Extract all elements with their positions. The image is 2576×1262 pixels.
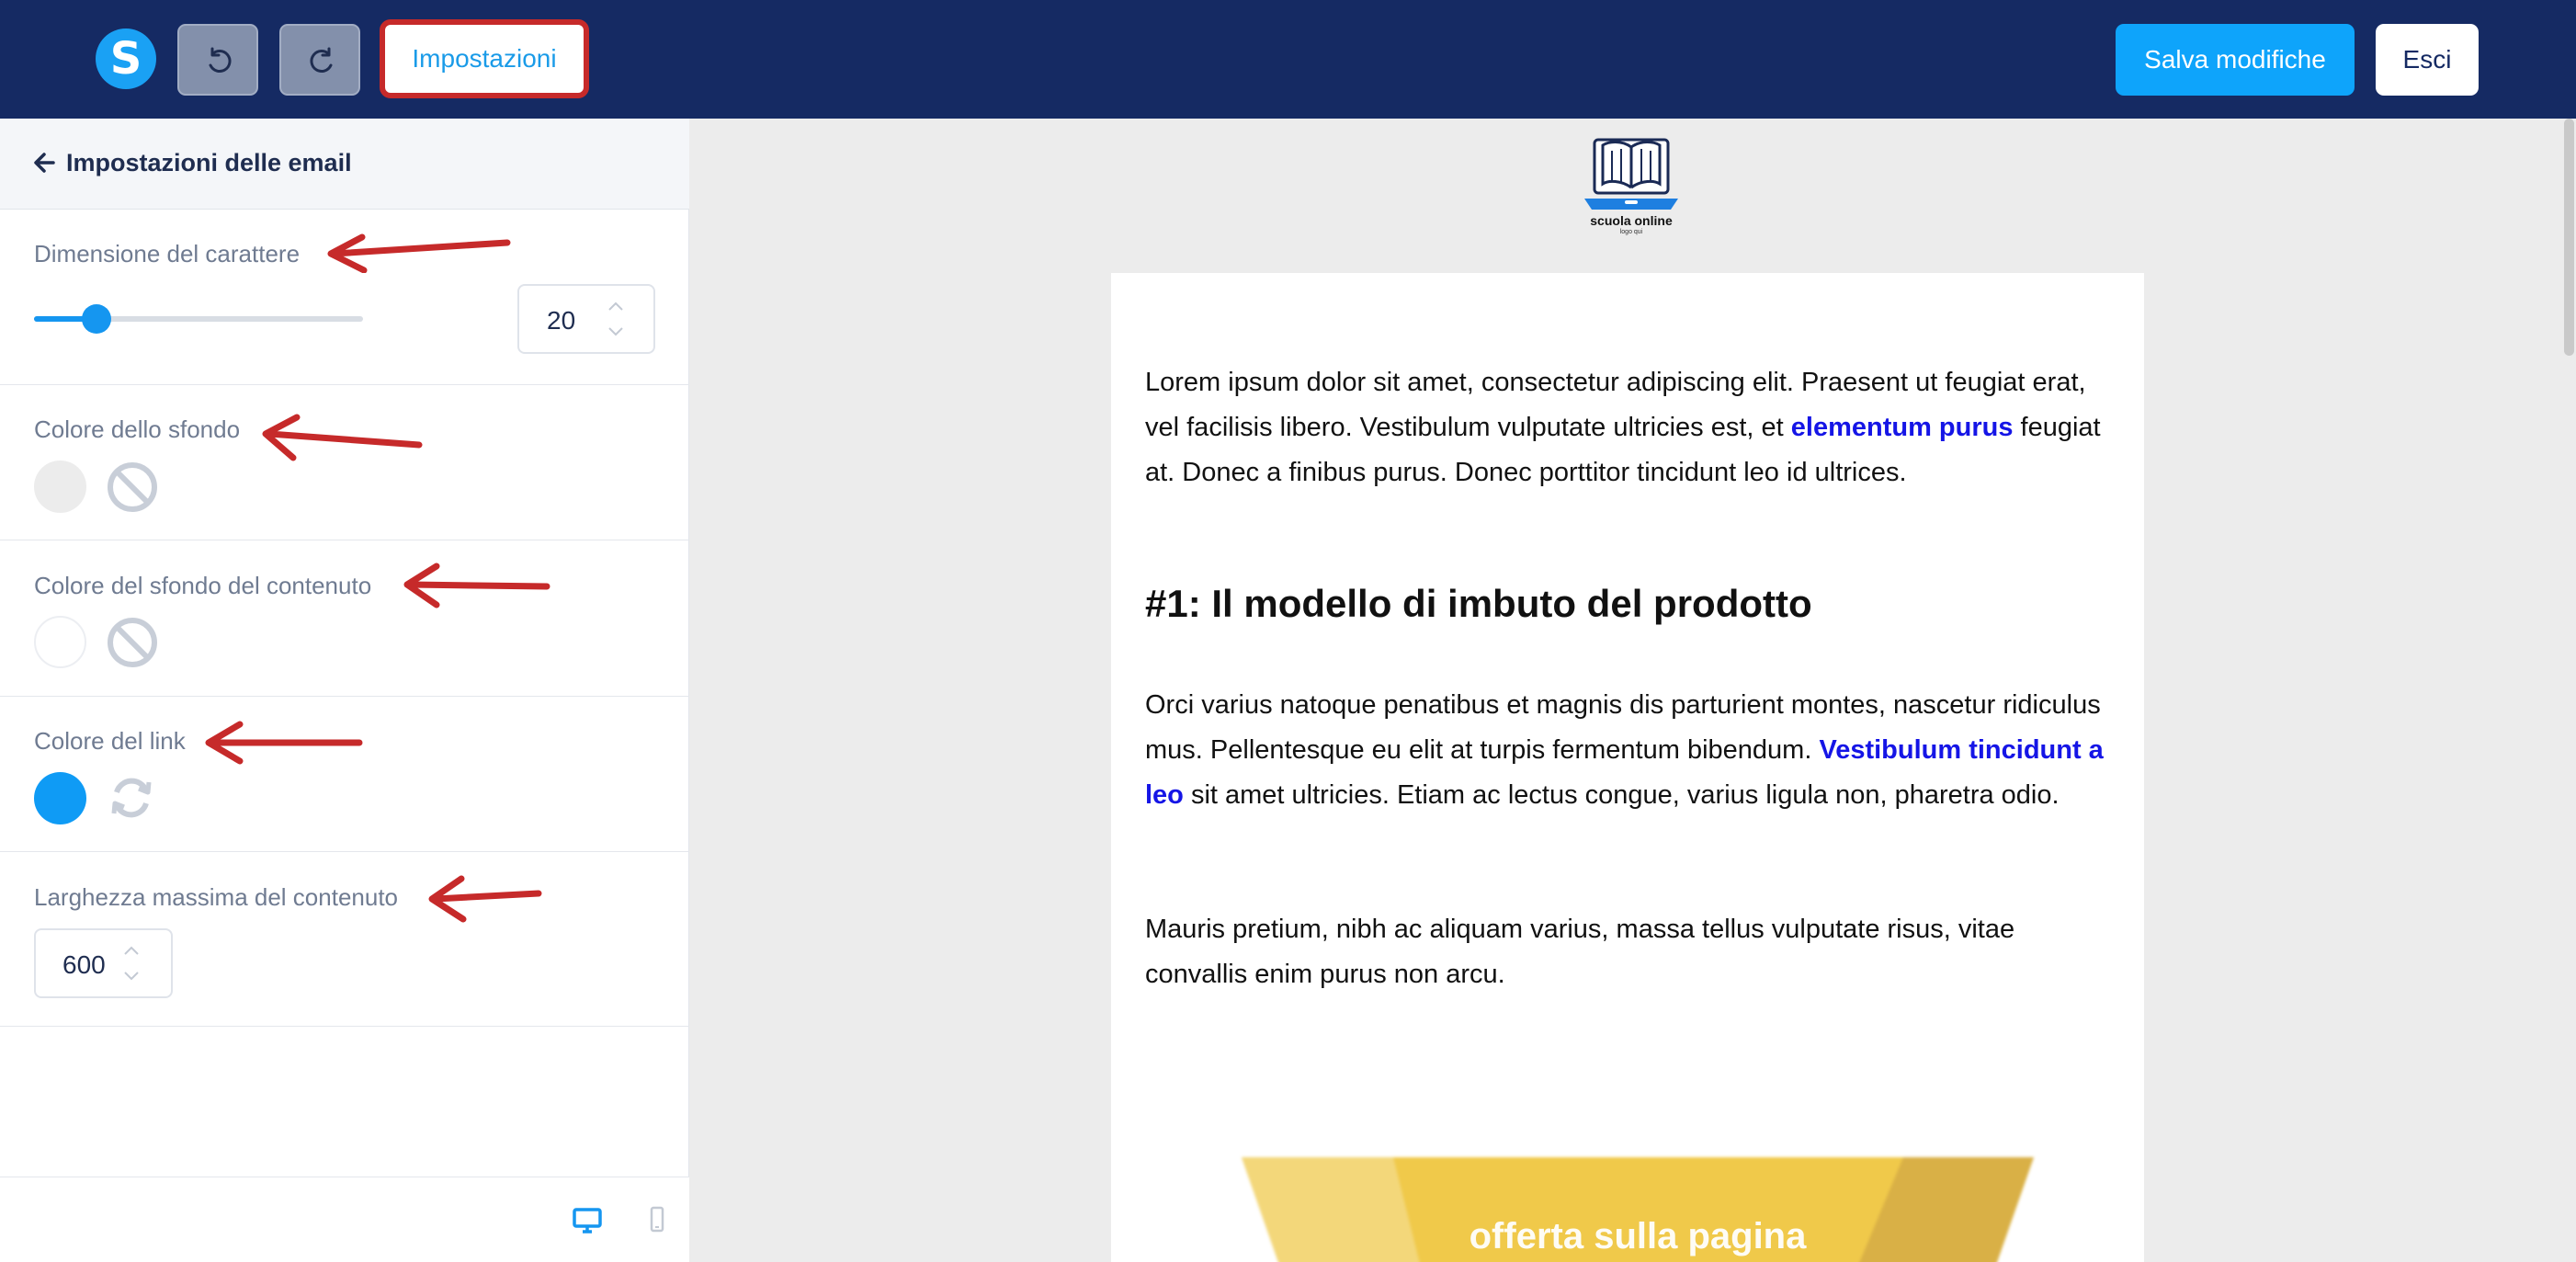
preview-scroll-thumb[interactable] [2564, 119, 2574, 356]
back-arrow-icon [34, 153, 55, 173]
font-size-value: 20 [547, 306, 576, 335]
link-color-swatch[interactable] [34, 772, 86, 824]
font-size-label: Dimensione del carattere [34, 240, 301, 267]
content-background-color-label: Colore del sfondo del contenuto [34, 572, 372, 599]
background-color-label: Colore dello sfondo [34, 415, 241, 443]
mobile-icon[interactable] [648, 1205, 666, 1234]
email-logo-title: scuola online [1590, 213, 1673, 228]
exit-button[interactable]: Esci [2376, 24, 2479, 96]
font-size-slider-thumb[interactable] [82, 304, 112, 334]
annotation-arrow [327, 233, 511, 273]
email-content-card: Lorem ipsum dolor sit amet, consectetur … [1111, 273, 2144, 1262]
annotation-arrow [403, 563, 550, 608]
annotation-arrow [262, 414, 423, 461]
background-color-section [0, 385, 689, 540]
annotation-arrow [205, 721, 363, 765]
content-background-color-section [0, 540, 689, 697]
undo-icon [209, 47, 232, 73]
no-color-icon[interactable] [106, 616, 159, 669]
email-paragraph-1: Lorem ipsum dolor sit amet, consectetur … [1145, 360, 2119, 495]
no-color-icon[interactable] [106, 460, 159, 514]
email-logo-subtitle: logo qui [1619, 229, 1643, 235]
funnel-label: offerta sulla pagina [1469, 1216, 1807, 1256]
content-background-color-swatch[interactable] [34, 616, 86, 668]
reset-icon[interactable] [106, 772, 157, 824]
email-paragraph-2: Orci varius natoque penatibus et magnis … [1145, 683, 2119, 818]
font-size-slider[interactable] [34, 304, 363, 334]
email-heading: #1: Il modello di imbuto del prodotto [1145, 582, 1812, 625]
top-toolbar: S Impostazioni Salva modifiche Esci [0, 0, 2576, 119]
max-width-value: 600 [62, 950, 106, 979]
undo-button[interactable] [177, 24, 258, 96]
redo-button[interactable] [279, 24, 360, 96]
sidebar-title: Impostazioni delle email [66, 149, 352, 176]
app-logo[interactable]: S [96, 28, 156, 89]
email-paragraph-3: Mauris pretium, nibh ac aliquam varius, … [1145, 915, 2015, 989]
device-toggle-bar [0, 1177, 689, 1262]
chevron-down-icon[interactable] [605, 324, 627, 339]
link-color-label: Colore del link [34, 727, 186, 755]
chevron-up-icon[interactable] [605, 299, 627, 313]
background-color-swatch[interactable] [34, 460, 86, 513]
paragraph-1-link[interactable]: elementum purus [1791, 413, 2014, 442]
save-changes-button[interactable]: Salva modifiche [2116, 24, 2355, 96]
chevron-up-icon[interactable] [120, 943, 142, 958]
annotation-arrow [428, 875, 542, 923]
sidebar-header: Impostazioni delle email [0, 119, 689, 210]
redo-icon [310, 47, 333, 73]
open-book-laptop-icon [1584, 138, 1678, 210]
desktop-icon[interactable] [572, 1207, 603, 1234]
font-size-stepper[interactable]: 20 [517, 284, 655, 354]
chevron-down-icon[interactable] [120, 969, 142, 983]
max-width-label: Larghezza massima del contenuto [34, 883, 399, 911]
email-logo: scuola online logo qui [1581, 134, 1682, 237]
settings-button[interactable]: Impostazioni [380, 19, 589, 98]
paragraph-2-text-end: sit amet ultricies. Etiam ac lectus cong… [1183, 780, 2060, 810]
max-width-stepper[interactable]: 600 [34, 928, 173, 998]
